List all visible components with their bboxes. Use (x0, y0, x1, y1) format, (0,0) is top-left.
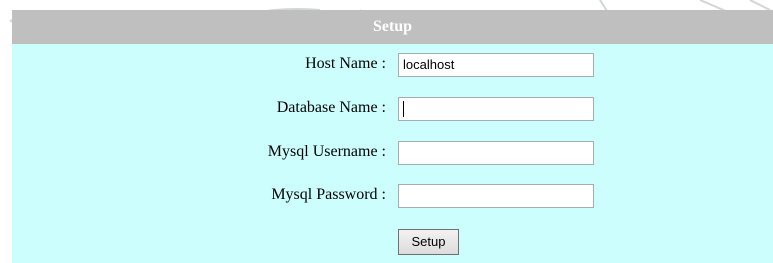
database-name-label: Database Name : (276, 99, 386, 116)
mysql-username-input[interactable] (398, 141, 594, 165)
host-name-input[interactable]: localhost (398, 53, 594, 77)
form-title: Setup (12, 10, 773, 44)
mysql-username-label: Mysql Username : (267, 143, 386, 160)
mysql-password-label: Mysql Password : (271, 186, 386, 203)
setup-page: Setup Host Name : localhost Database Nam… (0, 0, 773, 263)
setup-form: Setup Host Name : localhost Database Nam… (12, 10, 773, 263)
setup-button[interactable]: Setup (398, 229, 459, 255)
database-name-input[interactable] (398, 97, 594, 121)
text-caret (403, 101, 404, 117)
mysql-password-input[interactable] (398, 184, 594, 208)
host-name-label: Host Name : (305, 55, 386, 72)
